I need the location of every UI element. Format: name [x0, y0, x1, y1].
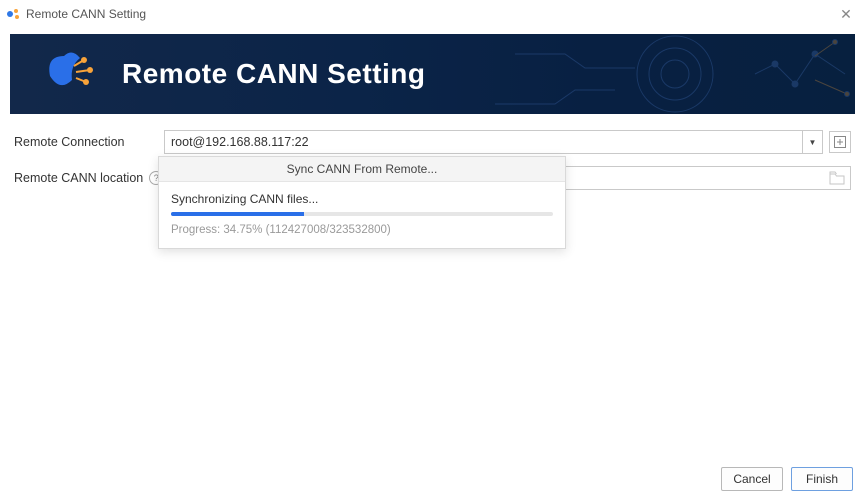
window-title: Remote CANN Setting	[26, 7, 833, 21]
chevron-down-icon[interactable]: ▼	[803, 130, 823, 154]
plus-box-icon	[834, 136, 846, 148]
remote-connection-input[interactable]	[164, 130, 803, 154]
sync-progress-text: Progress: 34.75% (112427008/323532800)	[171, 224, 553, 236]
brain-network-icon	[40, 46, 104, 102]
remote-location-label: Remote CANN location	[14, 171, 143, 185]
banner-decoration-icon	[495, 34, 855, 114]
banner-title: Remote CANN Setting	[122, 58, 426, 90]
dialog-footer: Cancel Finish	[0, 456, 865, 500]
sync-progress-bar	[171, 212, 553, 216]
finish-button[interactable]: Finish	[791, 467, 853, 491]
cancel-button[interactable]: Cancel	[721, 467, 783, 491]
sync-progress-dialog: Sync CANN From Remote... Synchronizing C…	[158, 156, 566, 249]
remote-connection-label: Remote Connection	[14, 135, 124, 149]
app-icon	[6, 6, 22, 22]
remote-connection-row: Remote Connection ▼	[14, 130, 851, 154]
sync-progress-title: Sync CANN From Remote...	[159, 157, 565, 182]
add-connection-button[interactable]	[829, 131, 851, 153]
sync-progress-message: Synchronizing CANN files...	[171, 192, 553, 206]
banner: Remote CANN Setting	[10, 34, 855, 114]
sync-progress-fill	[171, 212, 304, 216]
folder-icon[interactable]	[829, 171, 845, 185]
close-icon[interactable]: ✕	[833, 6, 859, 23]
titlebar: Remote CANN Setting ✕	[0, 0, 865, 28]
